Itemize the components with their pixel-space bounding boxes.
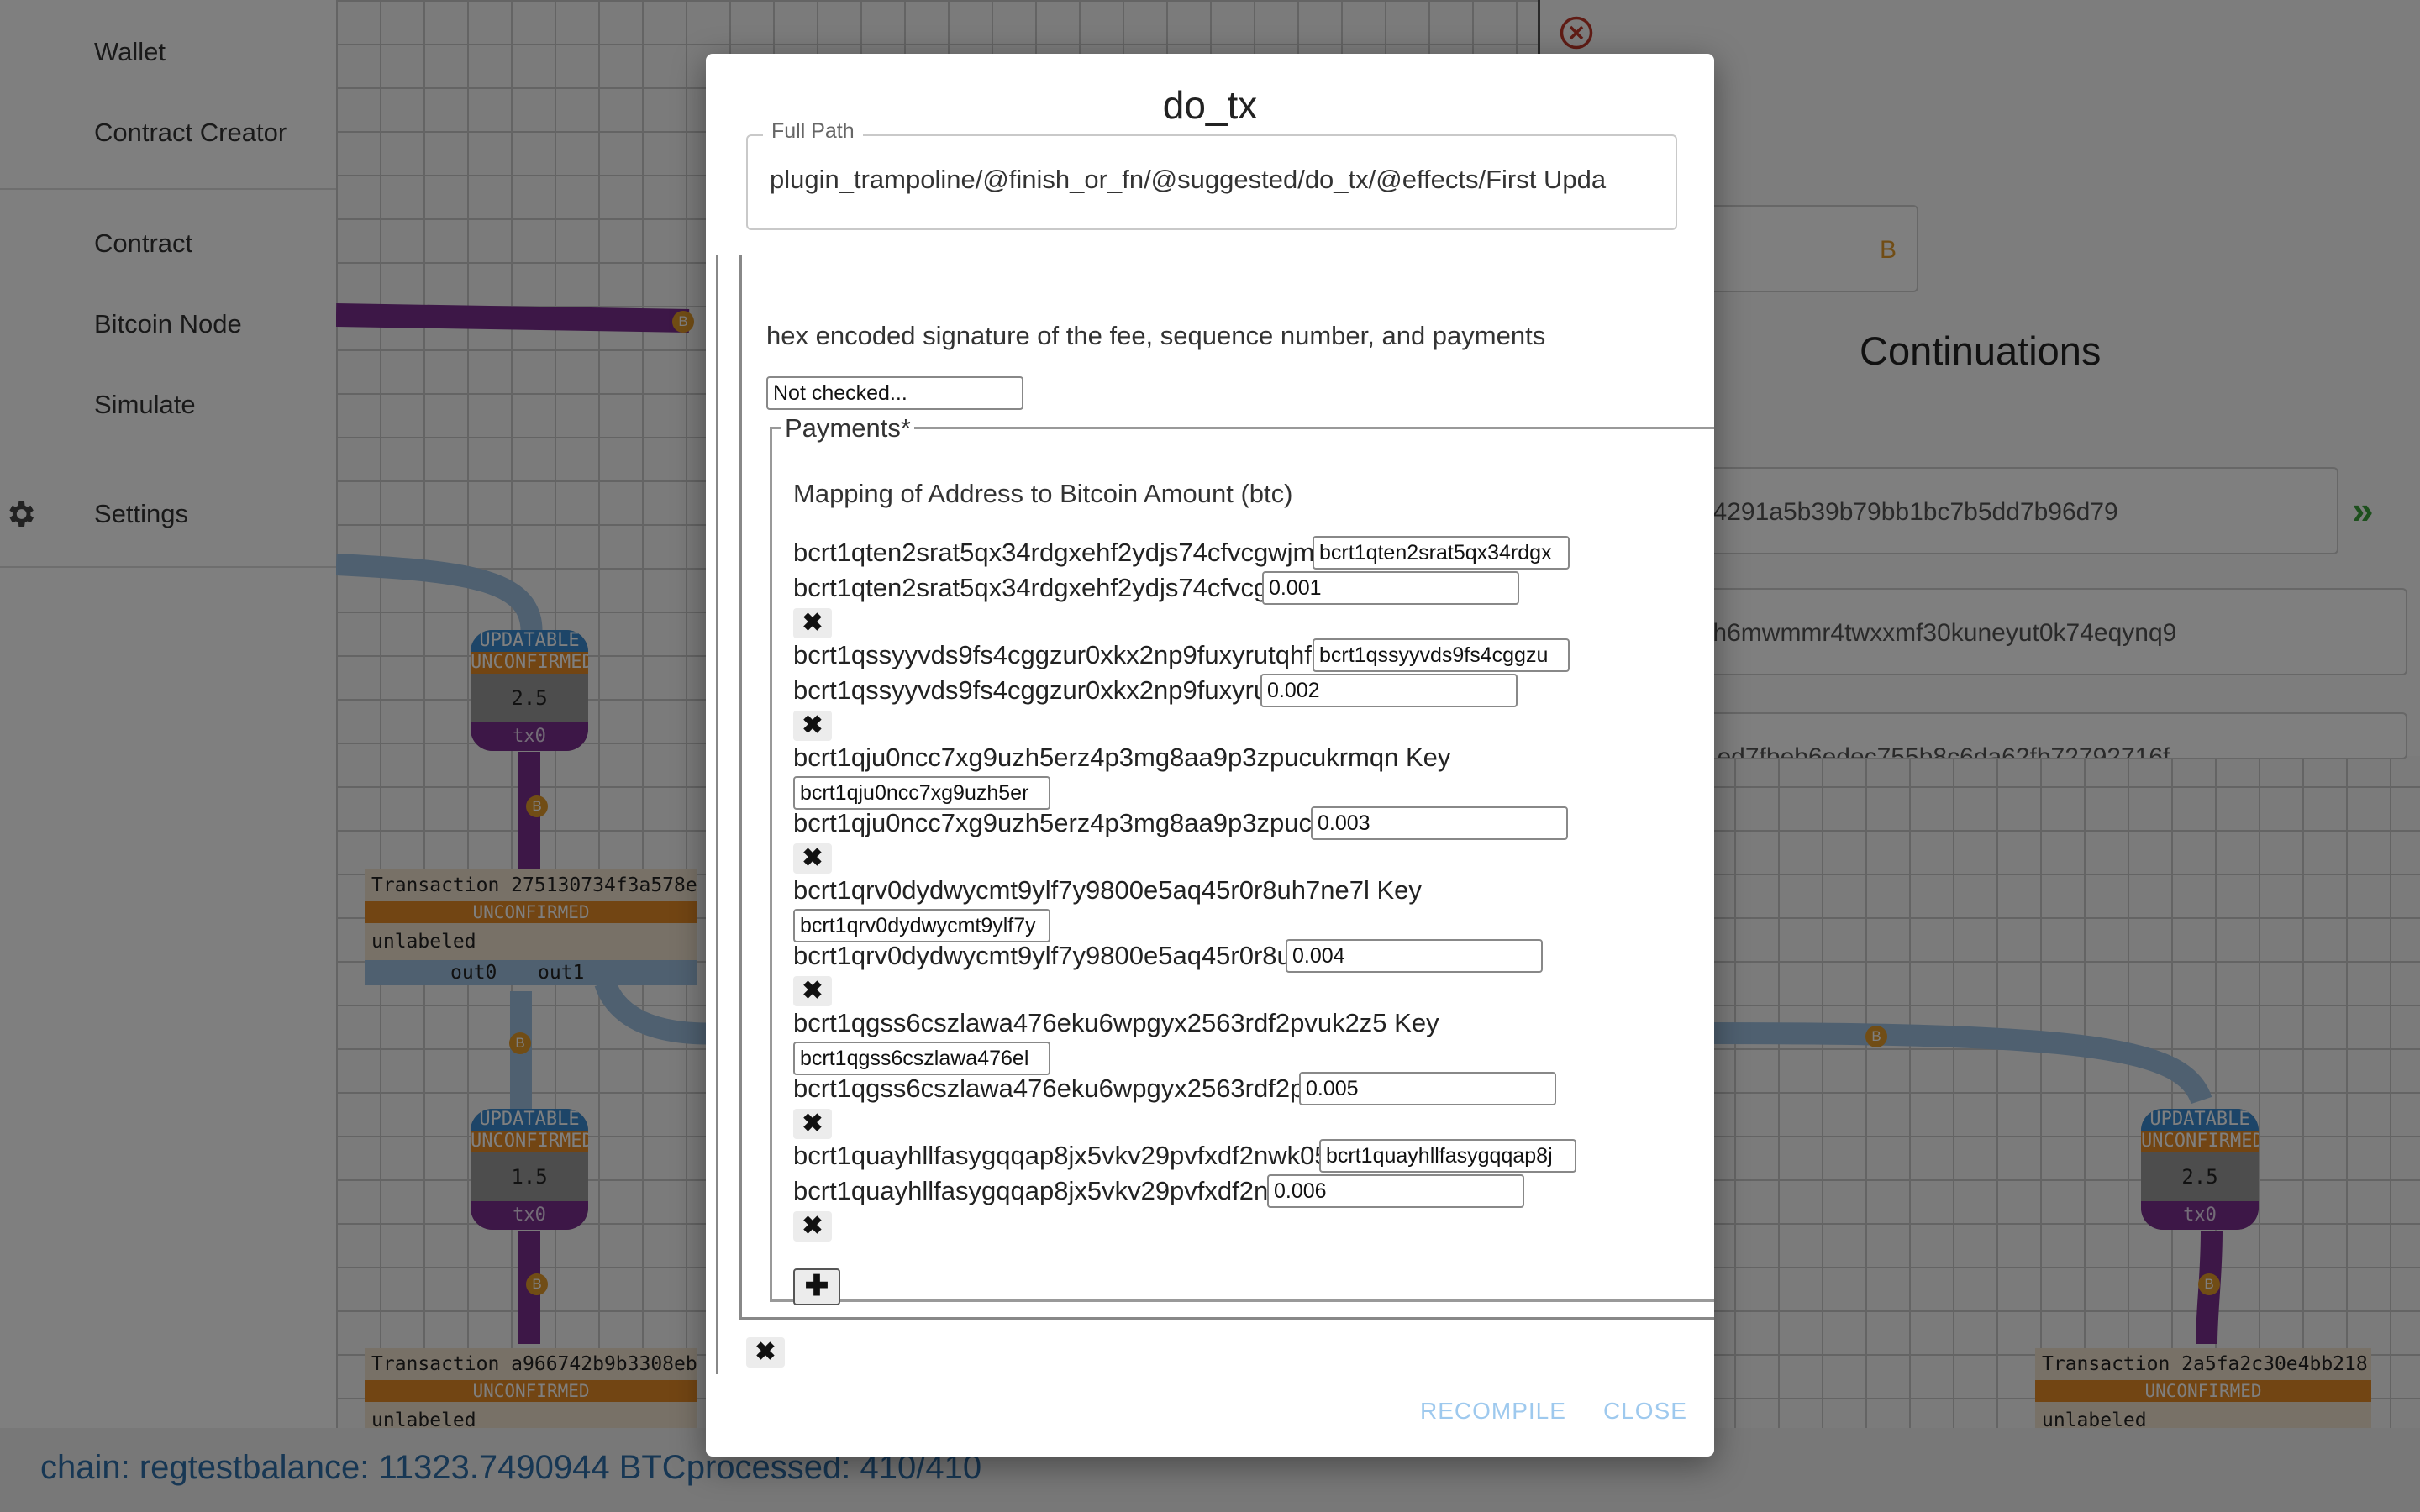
payment-amount-input[interactable]: 0.002 [1260, 674, 1518, 707]
payment-amount-input[interactable]: 0.005 [1299, 1072, 1556, 1105]
payment-key-input[interactable]: bcrt1qten2srat5qx34rdgx [1313, 536, 1570, 570]
remove-effect-button[interactable]: ✖ [746, 1337, 785, 1368]
payment-address-label: bcrt1qrv0dydwycmt9ylf7y9800e5aq45r0r8uh7… [793, 941, 1370, 970]
form-scroll-area[interactable]: hex encoded signature of the fee, sequen… [716, 255, 1714, 1398]
payment-key-input[interactable]: bcrt1qju0ncc7xg9uzh5er [793, 776, 1050, 810]
payment-key-label: bcrt1qten2srat5qx34rdgxehf2ydjs74cfvcgwj… [793, 538, 1403, 567]
remove-payment-button[interactable]: ✖ [793, 1109, 832, 1139]
payment-key-input[interactable]: bcrt1qrv0dydwycmt9ylf7y [793, 909, 1050, 942]
add-payment-button[interactable]: ✚ [793, 1268, 840, 1305]
close-button[interactable]: CLOSE [1603, 1398, 1687, 1425]
signature-description: hex encoded signature of the fee, sequen… [766, 321, 1546, 350]
do-tx-dialog: do_tx plugin_trampoline/@finish_or_fn/@s… [706, 54, 1714, 1457]
payment-address-label: bcrt1qgss6cszlawa476eku6wpgyx2563rdf2pvu… [793, 1074, 1387, 1103]
payment-amount-input[interactable]: 0.001 [1262, 571, 1519, 605]
remove-payment-button[interactable]: ✖ [793, 1211, 832, 1242]
payment-key-label: bcrt1quayhllfasygqqap8jx5vkv29pvfxdf2nwk… [793, 1141, 1411, 1170]
payment-key-input[interactable]: bcrt1qssyyvds9fs4cggzu [1313, 638, 1570, 672]
form-border-line [716, 255, 718, 1374]
payment-address-label: bcrt1qju0ncc7xg9uzh5erz4p3mg8aa9p3zpucuk… [793, 808, 1399, 837]
payment-key-label: bcrt1qju0ncc7xg9uzh5erz4p3mg8aa9p3zpucuk… [793, 743, 1451, 772]
payment-key-input[interactable]: bcrt1quayhllfasygqqap8j [1319, 1139, 1576, 1173]
recompile-button[interactable]: RECOMPILE [1420, 1398, 1566, 1425]
full-path-label: Full Path [763, 119, 863, 144]
payment-key-label: bcrt1qssyyvds9fs4cggzur0xkx2np9fuxyrutqh… [793, 640, 1400, 669]
full-path-field[interactable]: plugin_trampoline/@finish_or_fn/@suggest… [746, 134, 1677, 230]
full-path-value: plugin_trampoline/@finish_or_fn/@suggest… [770, 165, 1607, 194]
remove-payment-button[interactable]: ✖ [793, 711, 832, 741]
signature-input[interactable]: Not checked... [766, 376, 1023, 410]
payment-key-input[interactable]: bcrt1qgss6cszlawa476el [793, 1042, 1050, 1075]
payments-legend: Payments* [781, 413, 914, 444]
remove-payment-button[interactable]: ✖ [793, 608, 832, 638]
payments-description: Mapping of Address to Bitcoin Amount (bt… [793, 479, 1293, 508]
payment-amount-input[interactable]: 0.006 [1267, 1174, 1524, 1208]
remove-payment-button[interactable]: ✖ [793, 843, 832, 874]
remove-payment-button[interactable]: ✖ [793, 976, 832, 1006]
payment-amount-input[interactable]: 0.003 [1311, 806, 1568, 840]
payment-key-label: bcrt1qgss6cszlawa476eku6wpgyx2563rdf2pvu… [793, 1008, 1439, 1037]
payment-amount-input[interactable]: 0.004 [1286, 939, 1543, 973]
payment-key-label: bcrt1qrv0dydwycmt9ylf7y9800e5aq45r0r8uh7… [793, 875, 1422, 905]
